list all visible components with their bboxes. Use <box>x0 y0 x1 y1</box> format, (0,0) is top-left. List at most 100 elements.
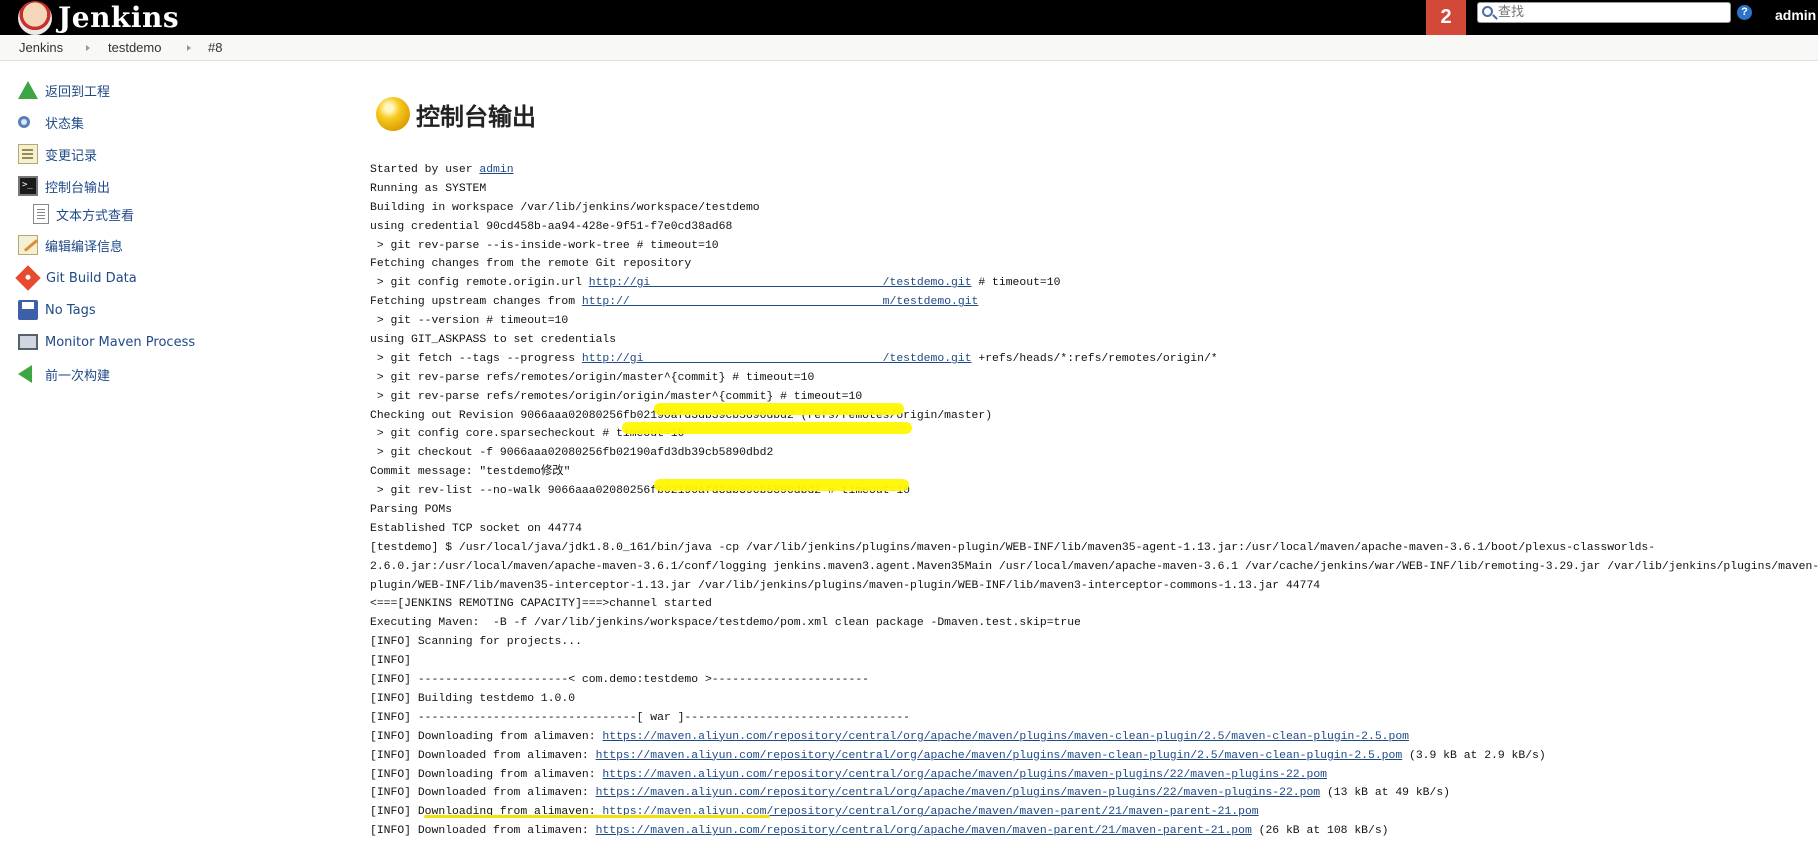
console-line-text: [INFO] Downloaded from alimaven: <box>370 749 596 762</box>
console-line: > git config remote.origin.url http://gi… <box>370 274 1818 293</box>
console-line-text: > git rev-parse refs/remotes/origin/orig… <box>370 390 863 403</box>
console-line-text: Fetching upstream changes from <box>370 296 582 309</box>
console-line-text: [INFO] --------------------------------[… <box>370 711 911 724</box>
console-line-text: using GIT_ASKPASS to set credentials <box>370 334 617 347</box>
console-line: [INFO] Downloading from alimaven: https:… <box>370 766 1818 785</box>
search-input[interactable] <box>1498 4 1726 21</box>
underline-mark <box>424 815 770 818</box>
console-line-text: Started by user <box>370 164 480 176</box>
sidebar-item-console-output[interactable]: 控制台输出 <box>18 174 110 198</box>
sidebar-item-previous-build[interactable]: 前一次构建 <box>18 362 110 386</box>
console-link[interactable]: http://gi /testdemo.git <box>589 277 972 289</box>
search-box <box>1477 2 1731 23</box>
console-line: > git rev-parse refs/remotes/origin/orig… <box>370 388 1818 407</box>
redaction-mark <box>654 479 909 491</box>
console-line-text: > git rev-parse refs/remotes/origin/mast… <box>370 371 815 384</box>
breadcrumb-testdemo[interactable]: testdemo <box>108 40 161 55</box>
breadcrumb-jenkins[interactable]: Jenkins <box>19 40 63 55</box>
console-line: [INFO] Downloaded from alimaven: https:/… <box>370 747 1818 766</box>
sidebar-item-label: 状态集 <box>45 116 85 132</box>
sidebar-item-no-tags[interactable]: No Tags <box>18 298 96 322</box>
console-line: > git checkout -f 9066aaa02080256fb02190… <box>370 444 1818 463</box>
console-line: > git --version # timeout=10 <box>370 312 1818 331</box>
sidebar-item-back-to-project[interactable]: 返回到工程 <box>18 78 110 102</box>
breadcrumb-build-number[interactable]: #8 <box>208 40 222 55</box>
console-link[interactable]: https://maven.aliyun.com/repository/cent… <box>602 769 1327 781</box>
sidebar-item-label: 文本方式查看 <box>56 208 135 224</box>
console-line-text: [INFO] Scanning for projects... <box>370 636 582 649</box>
console-line: [INFO] Downloading from alimaven: https:… <box>370 803 1818 822</box>
left-arrow-icon <box>18 365 32 383</box>
console-link[interactable]: https://maven.aliyun.com/repository/cent… <box>596 825 1252 837</box>
console-line: [INFO] Downloaded from alimaven: https:/… <box>370 784 1818 803</box>
user-link[interactable]: admin <box>1775 0 1816 35</box>
sidebar-item-view-as-text[interactable]: 文本方式查看 <box>33 202 134 226</box>
console-line-text: Executing Maven: -B -f /var/lib/jenkins/… <box>370 617 1081 630</box>
console-line: [INFO] ----------------------< com.demo:… <box>370 671 1818 690</box>
sidebar-item-monitor-maven-process[interactable]: Monitor Maven Process <box>18 330 195 354</box>
sidebar-item-edit-build-info[interactable]: 编辑编译信息 <box>18 233 123 257</box>
console-line-suffix: # timeout=10 <box>971 277 1061 290</box>
console-line-text: Fetching changes from the remote Git rep… <box>370 258 692 271</box>
up-arrow-icon <box>18 81 38 99</box>
breadcrumb-separator-icon[interactable] <box>187 45 191 51</box>
console-line-text: [INFO] Downloading from alimaven: <box>370 768 603 781</box>
console-line-suffix: (26 kB at 108 kB/s) <box>1251 825 1389 838</box>
console-line-text: [INFO] Downloaded from alimaven: <box>370 787 596 800</box>
console-output[interactable]: Started by user admin Running as SYSTEM Bu… <box>370 161 1818 841</box>
console-line: using credential 90cd458b-aa94-428e-9f51… <box>370 218 1818 237</box>
sidebar-item-status[interactable]: 状态集 <box>18 110 84 134</box>
console-line: <===[JENKINS REMOTING CAPACITY]===>chann… <box>370 595 1818 614</box>
console-link[interactable]: admin <box>479 164 513 176</box>
console-line-text: [INFO] Downloading from alimaven: <box>370 730 603 743</box>
console-line-text: > git rev-parse --is-inside-work-tree # … <box>370 239 719 252</box>
console-line-suffix: (3.9 kB at 2.9 kB/s) <box>1402 749 1546 762</box>
console-line: [INFO] Downloading from alimaven: https:… <box>370 728 1818 747</box>
console-link[interactable]: https://maven.aliyun.com/repository/cent… <box>596 750 1403 762</box>
console-line: > git config core.sparsecheckout # timeo… <box>370 425 1818 444</box>
sidebar-item-changes[interactable]: 变更记录 <box>18 142 97 166</box>
notepad-icon <box>18 144 38 164</box>
console-line-text: > git --version # timeout=10 <box>370 315 569 328</box>
sidebar-item-label: Git Build Data <box>46 270 137 286</box>
console-line: Parsing POMs <box>370 501 1818 520</box>
console-line-text: [INFO] Building testdemo 1.0.0 <box>370 692 576 705</box>
page-heading: 控制台输出 <box>376 94 536 134</box>
main-panel: 控制台输出 Started by user admin Running as SY… <box>370 61 1818 846</box>
jenkins-butler-icon <box>18 0 52 35</box>
console-link[interactable]: https://maven.aliyun.com/repository/cent… <box>596 787 1321 799</box>
build-status-ball-icon <box>376 97 410 131</box>
page-title: 控制台输出 <box>416 102 536 131</box>
console-line: > git rev-parse refs/remotes/origin/mast… <box>370 369 1818 388</box>
jenkins-logo[interactable]: Jenkins <box>18 0 179 35</box>
console-line-text: > git checkout -f 9066aaa02080256fb02190… <box>370 447 774 460</box>
console-line: > git rev-list --no-walk 9066aaa02080256… <box>370 482 1818 501</box>
console-line-text: Building in workspace /var/lib/jenkins/w… <box>370 201 760 214</box>
console-line: [INFO] --------------------------------[… <box>370 709 1818 728</box>
console-line: Executing Maven: -B -f /var/lib/jenkins/… <box>370 614 1818 633</box>
console-link[interactable]: http://gi /testdemo.git <box>582 353 972 365</box>
search-icon <box>1482 6 1493 17</box>
top-header: Jenkins 2 ? admin <box>0 0 1818 35</box>
console-line-text: using credential 90cd458b-aa94-428e-9f51… <box>370 220 733 233</box>
git-icon <box>15 265 41 291</box>
sidebar-item-git-build-data[interactable]: Git Build Data <box>15 265 137 291</box>
console-line-text: > git config remote.origin.url <box>370 277 589 290</box>
edit-icon <box>18 235 38 255</box>
sidebar-item-label: 控制台输出 <box>45 180 111 196</box>
console-line: Fetching upstream changes from http:// m… <box>370 293 1818 312</box>
console-line: [INFO] Building testdemo 1.0.0 <box>370 690 1818 709</box>
notification-badge[interactable]: 2 <box>1426 0 1466 35</box>
console-line: [INFO] Downloaded from alimaven: https:/… <box>370 822 1818 841</box>
console-line-text: [INFO] Downloaded from alimaven: <box>370 825 596 838</box>
console-line-text: > git fetch --tags --progress <box>370 352 582 365</box>
help-icon[interactable]: ? <box>1737 5 1752 20</box>
breadcrumb-separator-icon[interactable] <box>86 45 90 51</box>
console-line: Started by user admin <box>370 161 1818 180</box>
console-line-text: [INFO] ----------------------< com.demo:… <box>370 674 869 687</box>
console-line-text: Running as SYSTEM <box>370 182 487 195</box>
console-line: Running as SYSTEM <box>370 180 1818 199</box>
console-link[interactable]: http:// m/testdemo.git <box>582 296 978 308</box>
console-link[interactable]: https://maven.aliyun.com/repository/cent… <box>602 731 1409 743</box>
console-line: [INFO] Scanning for projects... <box>370 633 1818 652</box>
